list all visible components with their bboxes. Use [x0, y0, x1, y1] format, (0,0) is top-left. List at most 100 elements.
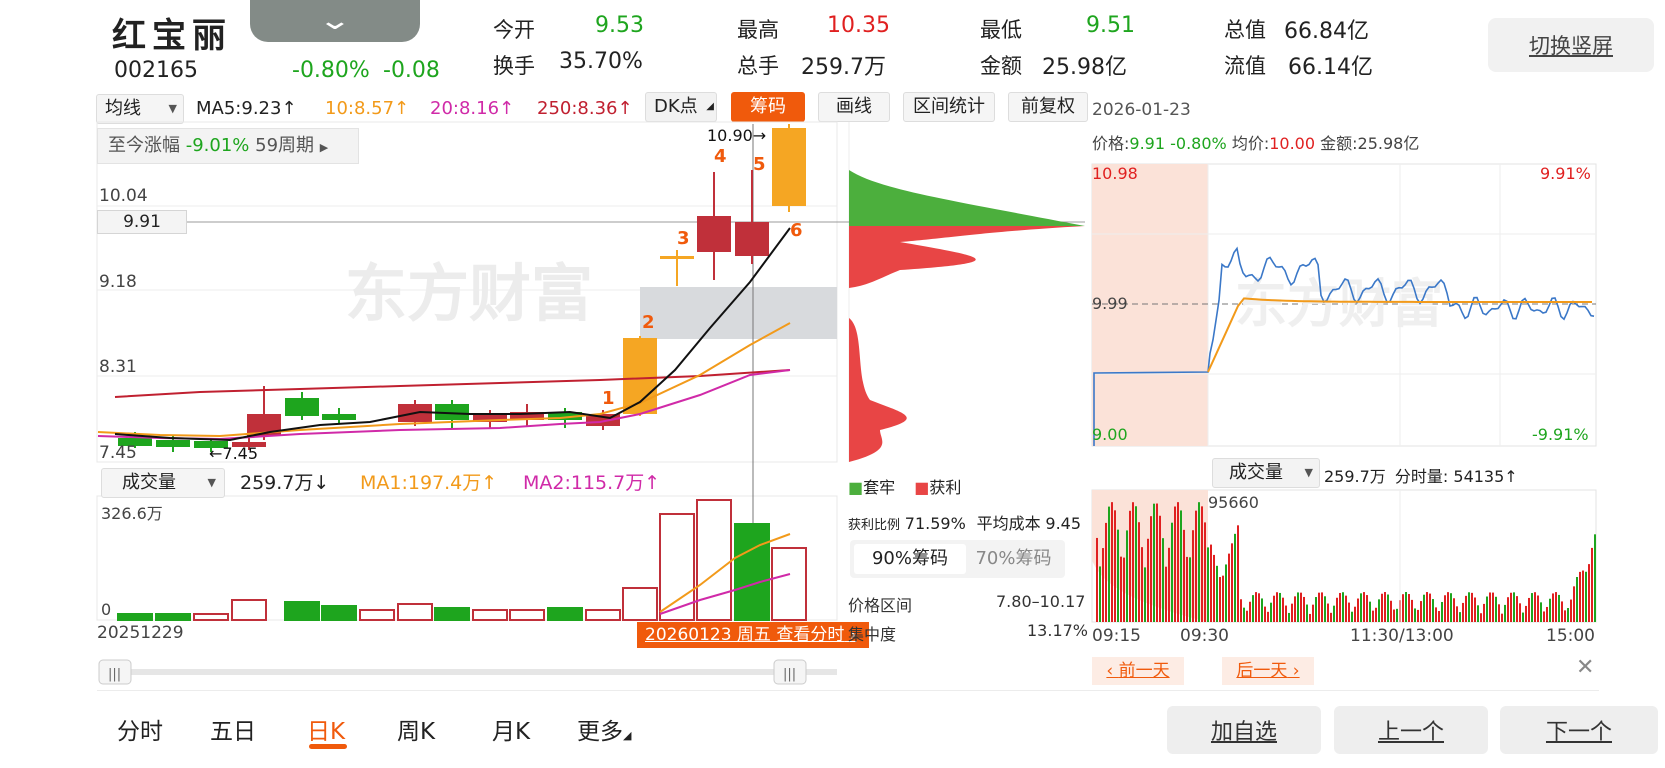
intraday-volume-bar — [1144, 567, 1146, 622]
intraday-volume-bar — [1585, 571, 1587, 622]
tab-wuri[interactable]: 五日 — [210, 712, 256, 752]
volume-indicator-select[interactable]: 成交量 ▼ — [101, 468, 225, 498]
watermark: 东方财富 — [345, 257, 593, 330]
since-gain-box[interactable]: 至今涨幅 -9.01% 59周期 ▶ — [97, 128, 359, 164]
intraday-volume-bar — [1141, 547, 1143, 622]
intraday-volume-bar — [1564, 610, 1566, 622]
selected-date-link[interactable]: 20260123 周五 查看分时 › — [637, 622, 869, 648]
avg-cost-value: 9.45 — [1045, 514, 1082, 533]
volume-bar — [771, 547, 807, 621]
intraday-volume-bar — [1330, 612, 1332, 622]
intraday-volume-bar — [1318, 592, 1320, 622]
concentration-value: 13.17% — [1027, 621, 1089, 640]
intraday-top-left: 10.98 — [1092, 164, 1138, 183]
intraday-volume-bar — [1255, 592, 1257, 622]
dk-marker: 5 — [753, 154, 766, 175]
intraday-volume-bar — [1567, 608, 1569, 622]
volume-max-label: 326.6万 — [101, 504, 163, 523]
intraday-volume-bar — [1438, 611, 1440, 622]
time-label: 09:30 — [1180, 626, 1229, 646]
chip-legend: ■套牢 ■获利 — [848, 474, 961, 498]
intraday-volume-bar — [1123, 557, 1125, 622]
intraday-volume-bar — [1516, 596, 1518, 622]
intraday-volume-select[interactable]: 成交量 ▼ — [1212, 458, 1320, 488]
intraday-date: 2026-01-23 — [1092, 100, 1191, 120]
intraday-volume-bar — [1186, 556, 1188, 622]
intraday-volume-bar — [1531, 593, 1533, 622]
prev-day-button[interactable]: ‹ 前一天 — [1092, 657, 1184, 685]
intraday-volume-bar — [1552, 593, 1554, 622]
tab-more[interactable]: 更多◢ — [577, 712, 631, 752]
intraday-volume-bar — [1582, 570, 1584, 622]
intraday-volume-bar — [1201, 506, 1203, 622]
intraday-bottom-right: -9.91% — [1532, 425, 1589, 444]
high-marker: 10.90→ — [707, 126, 767, 145]
intraday-volume-bar — [1468, 592, 1470, 622]
chip-trapped-area — [849, 170, 1085, 226]
intraday-volume-bar — [1177, 502, 1179, 622]
intraday-volume-bar — [1444, 595, 1446, 622]
intraday-volume-bar — [1333, 605, 1335, 622]
volume-bar — [734, 523, 770, 621]
volume-zero-label: 0 — [101, 600, 112, 619]
volume-bars — [117, 499, 807, 621]
time-label: 15:00 — [1546, 626, 1595, 646]
next-stock-button[interactable]: 下一个 — [1500, 706, 1658, 754]
intraday-volume-bar — [1138, 522, 1140, 622]
close-icon[interactable]: ✕ — [1576, 655, 1594, 680]
intraday-volume-bar — [1441, 601, 1443, 622]
volume-bar — [585, 609, 621, 621]
chip-profit-area-lower — [849, 318, 907, 462]
volume-bar — [359, 609, 395, 621]
intraday-volume-bar — [1384, 592, 1386, 622]
tab-70-chip[interactable]: 70%筹码 — [966, 544, 1061, 574]
intraday-volume-bar — [1264, 606, 1266, 622]
prev-day-label: 前一天 — [1118, 661, 1170, 681]
volume-bar — [117, 613, 153, 621]
candle-body — [660, 256, 694, 259]
intraday-volume-bar — [1240, 599, 1242, 622]
intraday-volume-bar — [1126, 530, 1128, 622]
tab-fenshi[interactable]: 分时 — [117, 712, 163, 752]
intraday-volume-bar — [1504, 604, 1506, 622]
intraday-volume-bar — [1195, 510, 1197, 622]
intraday-volume-bar — [1180, 510, 1182, 622]
previous-stock-button[interactable]: 上一个 — [1334, 706, 1488, 754]
intraday-volume-bar — [1288, 612, 1290, 622]
intraday-volume-bar — [1234, 533, 1236, 622]
next-day-button[interactable]: 后一天 › — [1222, 657, 1314, 685]
intraday-volume-bar — [1132, 502, 1134, 622]
intraday-volume-bar — [1354, 606, 1356, 622]
intraday-volume-bar — [1528, 597, 1530, 622]
intraday-minute-volume: 分时量: 54135↑ — [1394, 467, 1518, 486]
grip-icon: ||| — [108, 667, 121, 682]
legend-trapped: 套牢 — [863, 478, 896, 497]
intraday-volume-bar — [1447, 592, 1449, 622]
intraday-volume-bar — [1375, 607, 1377, 622]
selected-date-text: 20260123 周五 查看分时 — [645, 625, 845, 645]
intraday-volume-bar — [1153, 503, 1155, 622]
candle-body — [735, 222, 769, 256]
intraday-volume-bar — [1498, 604, 1500, 622]
active-tab-indicator — [309, 744, 347, 749]
intraday-volume-bar — [1546, 606, 1548, 622]
tab-90-chip[interactable]: 90%筹码 — [854, 544, 966, 574]
intraday-top-right: 9.91% — [1540, 164, 1591, 183]
intraday-volume-bar — [1213, 554, 1215, 622]
tab-week-k[interactable]: 周K — [397, 712, 435, 752]
caret-down-icon: ▼ — [1304, 466, 1313, 479]
intraday-volume-bar — [1171, 522, 1173, 622]
tab-month-k[interactable]: 月K — [492, 712, 530, 752]
candle-body — [285, 398, 319, 416]
divider — [97, 690, 1599, 691]
intraday-volume-bar — [1540, 602, 1542, 622]
dk-marker: 4 — [714, 146, 727, 167]
volume-bar — [397, 603, 433, 621]
intraday-volume-bar — [1207, 547, 1209, 622]
intraday-volume-bar — [1507, 597, 1509, 622]
intraday-volume-bar — [1594, 534, 1596, 622]
intraday-volume-bar — [1429, 593, 1431, 622]
add-watchlist-button[interactable]: 加自选 — [1167, 706, 1321, 754]
intraday-volume-bar — [1396, 608, 1398, 622]
time-label: 09:15 — [1092, 626, 1141, 646]
